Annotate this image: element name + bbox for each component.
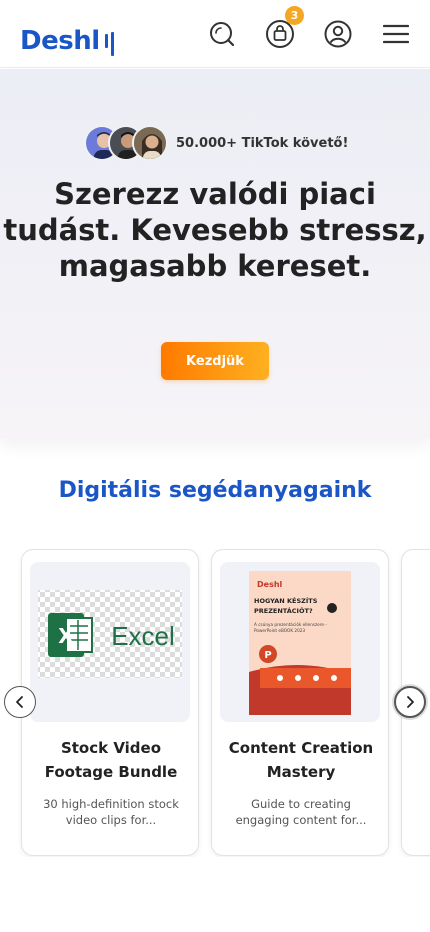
account-button[interactable] (324, 20, 352, 48)
svg-text:X: X (58, 624, 74, 648)
product-image: Deshl HOGYAN KÉSZÍTS PREZENTÁCIÓT? A csú… (220, 562, 380, 722)
followers-text: 50.000+ TikTok követő! (176, 135, 349, 151)
hero-title: Szerezz valódi piaci tudást. Kevesebb st… (3, 177, 427, 283)
menu-button[interactable] (382, 20, 410, 48)
chevron-right-icon (407, 696, 414, 708)
avatar (132, 125, 168, 161)
social-proof: 50.000+ TikTok követő! (84, 125, 348, 161)
product-description: Guide to creating engaging content for..… (235, 797, 367, 827)
follower-avatars (84, 125, 168, 161)
search-icon (210, 21, 235, 46)
account-icon (324, 20, 352, 47)
header-actions: 3 (208, 5, 410, 48)
product-image: X Excel (30, 562, 190, 722)
cart-button[interactable]: 3 (266, 5, 304, 48)
product-title[interactable]: Content Creation Mastery (218, 736, 384, 784)
excel-logo-text: Excel (111, 621, 175, 651)
logo[interactable]: Deshl (20, 14, 114, 56)
product-card[interactable]: X Excel Stock Video Footage Bundle 30 hi… (21, 549, 199, 856)
ebook-heading-text: HOGYAN KÉSZÍTS PREZENTÁCIÓT? (254, 597, 318, 615)
logo-mark (102, 24, 114, 56)
cart-count-badge: 3 (285, 5, 304, 25)
search-button[interactable] (208, 20, 236, 48)
carousel-next-button[interactable] (394, 686, 426, 718)
site-header: Deshl 3 (0, 0, 430, 68)
logo-text: Deshl (20, 25, 100, 56)
section-title: Digitális segédanyagaink (58, 478, 372, 503)
ebook-subtitle-text: A csúnya prezentációk ellenszere - Power… (254, 622, 327, 633)
product-carousel[interactable]: X Excel Stock Video Footage Bundle 30 hi… (0, 549, 430, 857)
start-button[interactable]: Kezdjük (161, 342, 269, 380)
hero-section: 50.000+ TikTok követő! Szerezz valódi pi… (0, 69, 430, 439)
chevron-left-icon (16, 696, 23, 708)
svg-text:P: P (264, 650, 271, 661)
ebook-brand-text: Deshl (257, 580, 283, 589)
carousel-prev-button[interactable] (4, 686, 36, 718)
product-title[interactable]: Stock Video Footage Bundle (28, 736, 194, 784)
product-description: 30 high-definition stock video clips for… (43, 797, 179, 827)
menu-icon (383, 24, 409, 43)
product-card[interactable]: Deshl HOGYAN KÉSZÍTS PREZENTÁCIÓT? A csú… (211, 549, 389, 856)
